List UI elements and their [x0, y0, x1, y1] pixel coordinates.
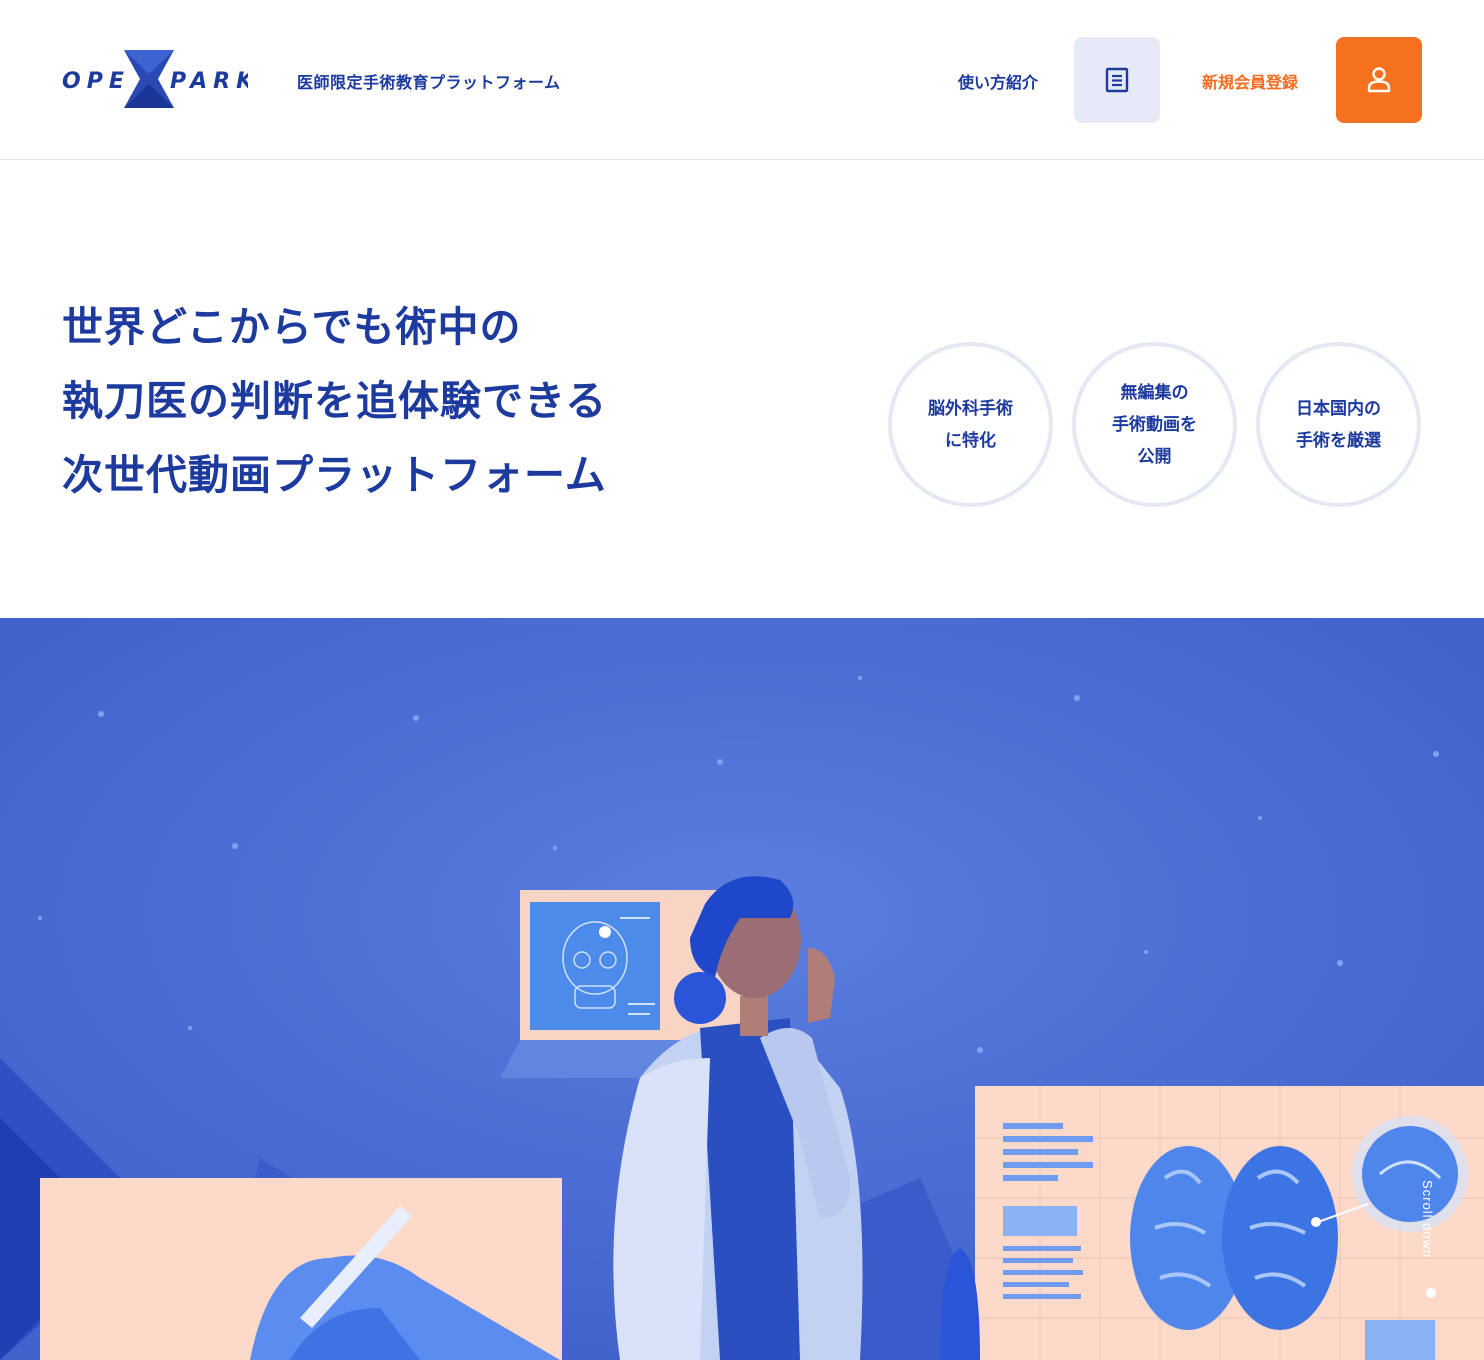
feature-text: 手術動画を — [1112, 414, 1197, 435]
surgeon-illustration — [0, 618, 1484, 1360]
feature-text: に特化 — [945, 430, 996, 451]
feature-badge-unedited: 無編集の 手術動画を 公開 — [1072, 342, 1237, 507]
site-tagline: 医師限定手術教育プラットフォーム — [297, 73, 561, 92]
guide-button[interactable] — [1074, 37, 1160, 123]
feature-badges: 脳外科手術 に特化 無編集の 手術動画を 公開 日本国内の 手術を厳選 — [888, 342, 1422, 507]
document-icon — [1105, 67, 1129, 93]
guide-link[interactable]: 使い方紹介 — [958, 69, 1038, 93]
opepark-logo[interactable]: OPE PARK — [62, 48, 248, 110]
hero-illustration — [0, 618, 1484, 1360]
headline-line: 執刀医の判断を追体験できる — [62, 377, 608, 425]
logo-text-ope: OPE — [62, 69, 130, 94]
feature-text: 日本国内の — [1296, 398, 1381, 419]
headline-line: 世界どこからでも術中の — [62, 303, 522, 351]
scroll-dot-icon — [1426, 1288, 1436, 1298]
tablet-panel — [40, 1178, 562, 1360]
site-header: OPE PARK 医師限定手術教育プラットフォーム 使い方紹介 新規会員登録 — [0, 0, 1484, 160]
feature-badge-neurosurgery: 脳外科手術 に特化 — [888, 342, 1053, 507]
feature-text: 脳外科手術 — [928, 398, 1013, 419]
scroll-down-indicator[interactable]: Scroll down — [1416, 1180, 1446, 1310]
headline-line: 次世代動画プラットフォーム — [62, 451, 607, 499]
feature-text: 公開 — [1137, 446, 1172, 467]
register-button[interactable] — [1336, 37, 1422, 123]
brain-scan-panel — [940, 1086, 1484, 1360]
user-icon — [1367, 67, 1391, 93]
feature-badge-domestic: 日本国内の 手術を厳選 — [1256, 342, 1421, 507]
hero-headline: 世界どこからでも術中の 執刀医の判断を追体験できる 次世代動画プラットフォーム — [62, 290, 702, 512]
register-link[interactable]: 新規会員登録 — [1202, 69, 1298, 93]
logo-text-park: PARK — [170, 69, 248, 94]
feature-text: 手術を厳選 — [1296, 430, 1381, 451]
feature-text: 無編集の — [1120, 382, 1189, 403]
scroll-down-label: Scroll down — [1420, 1180, 1435, 1259]
